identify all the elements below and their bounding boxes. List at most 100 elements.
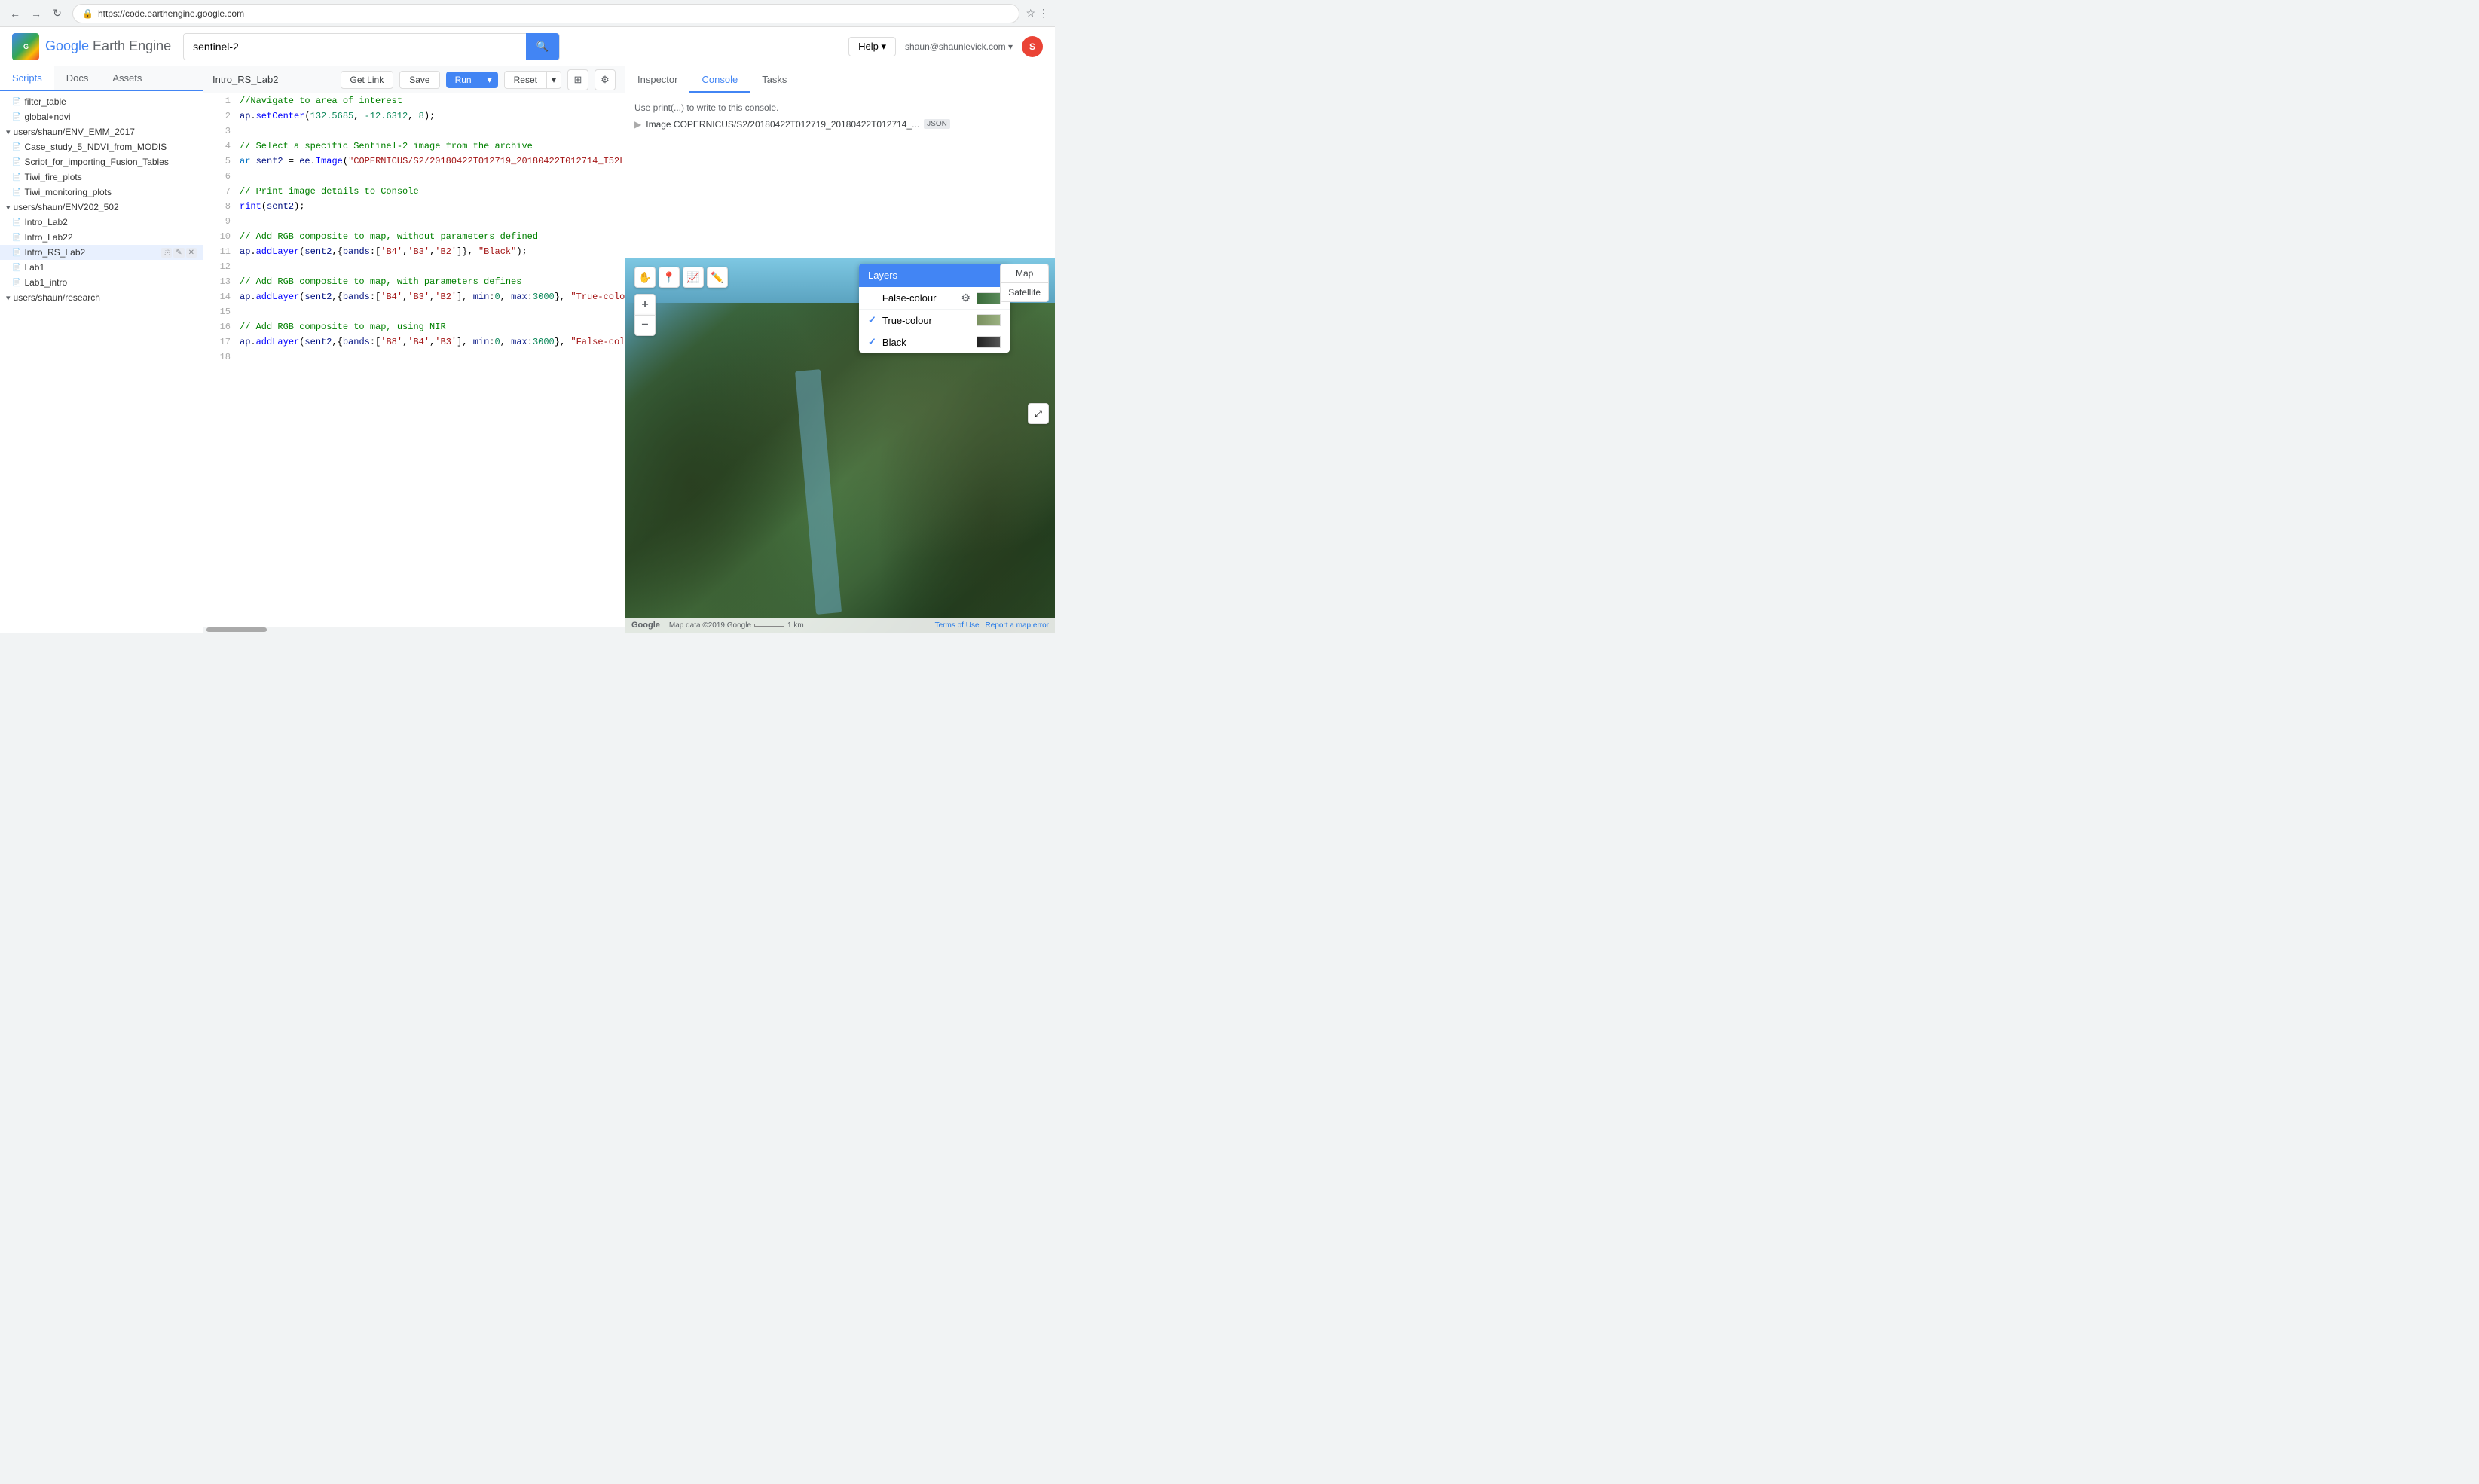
file-icon: 📄 xyxy=(12,98,21,106)
list-item[interactable]: 📄 Tiwi_fire_plots xyxy=(0,169,203,185)
code-editor[interactable]: 1 //Navigate to area of interest 2 ap.se… xyxy=(203,93,625,627)
reload-button[interactable]: ↻ xyxy=(48,5,66,23)
draw-tool-button[interactable]: ✏️ xyxy=(707,267,728,288)
zoom-out-button[interactable]: − xyxy=(634,315,656,336)
console-content: Use print(...) to write to this console.… xyxy=(625,93,1055,258)
file-action-edit[interactable]: ✎ xyxy=(173,248,184,258)
layer-checkbox-black[interactable]: ✓ xyxy=(868,336,876,348)
layer-item: ✓ False-colour ⚙ xyxy=(859,287,1010,310)
file-icon: 📄 xyxy=(12,143,21,151)
active-file-item[interactable]: 📄 Intro_RS_Lab2 ⎘ ✎ ✕ xyxy=(0,245,203,260)
layer-checkbox-false-colour[interactable]: ✓ xyxy=(868,292,876,304)
file-icon: 📄 xyxy=(12,234,21,242)
sidebar-tab-docs[interactable]: Docs xyxy=(54,66,101,90)
tab-tasks[interactable]: Tasks xyxy=(750,68,799,93)
reset-button-group: Reset ▾ xyxy=(504,71,561,89)
address-bar[interactable]: 🔒 https://code.earthengine.google.com xyxy=(72,4,1019,23)
code-line: 7 // Print image details to Console xyxy=(203,184,625,199)
url-text: https://code.earthengine.google.com xyxy=(98,8,244,19)
sidebar-tab-assets[interactable]: Assets xyxy=(100,66,154,90)
code-line: 16 // Add RGB composite to map, using NI… xyxy=(203,319,625,334)
menu-icon[interactable]: ⋮ xyxy=(1038,7,1049,20)
list-item[interactable]: 📄 Case_study_5_NDVI_from_MODIS xyxy=(0,139,203,154)
map-type-map-button[interactable]: Map xyxy=(1000,264,1049,282)
list-item[interactable]: 📄 Lab1_intro xyxy=(0,275,203,290)
scrollbar-thumb[interactable] xyxy=(206,627,267,632)
sidebar-tab-scripts[interactable]: Scripts xyxy=(0,66,54,91)
layer-settings-icon[interactable]: ⚙ xyxy=(961,292,971,304)
settings-button[interactable]: ⚙ xyxy=(595,69,616,90)
json-badge[interactable]: JSON xyxy=(924,119,950,129)
save-button[interactable]: Save xyxy=(399,71,439,89)
console-entry: ▶ Image COPERNICUS/S2/20180422T012719_20… xyxy=(634,119,1046,130)
app-title: Google Earth Engine xyxy=(45,38,171,54)
help-button[interactable]: Help ▾ xyxy=(848,37,896,56)
list-item[interactable]: ▾ users/shaun/ENV_EMM_2017 xyxy=(0,124,203,139)
list-item[interactable]: ▾ users/shaun/ENV202_502 xyxy=(0,200,203,215)
zoom-in-button[interactable]: + xyxy=(634,294,656,315)
tab-inspector[interactable]: Inspector xyxy=(625,68,689,93)
file-action-copy[interactable]: ⎘ xyxy=(161,248,172,258)
list-item[interactable]: ▾ users/shaun/research xyxy=(0,290,203,305)
layer-name-false-colour: False-colour xyxy=(882,292,955,304)
search-button[interactable]: 🔍 xyxy=(526,33,560,60)
code-line: 13 // Add RGB composite to map, with par… xyxy=(203,274,625,289)
file-icon: 📄 xyxy=(12,264,21,272)
hand-tool-button[interactable]: ✋ xyxy=(634,267,656,288)
layer-item: ✓ True-colour xyxy=(859,310,1010,331)
layers-header: Layers xyxy=(859,264,1010,287)
terms-of-use-link[interactable]: Terms of Use xyxy=(935,621,980,630)
fullextent-button[interactable]: ⤢ xyxy=(1028,403,1049,424)
report-map-error-link[interactable]: Report a map error xyxy=(986,621,1049,630)
forward-button[interactable]: → xyxy=(27,5,45,23)
reset-button[interactable]: Reset xyxy=(504,71,547,89)
map-type-satellite-button[interactable]: Satellite xyxy=(1000,282,1049,302)
layer-checkbox-true-colour[interactable]: ✓ xyxy=(868,314,876,326)
folder-expand-icon: ▾ xyxy=(6,127,11,137)
list-item[interactable]: 📄 Intro_Lab22 xyxy=(0,230,203,245)
app-header: G Google Earth Engine 🔍 Help ▾ shaun@sha… xyxy=(0,27,1055,66)
list-item[interactable]: 📄 filter_table xyxy=(0,94,203,109)
reset-dropdown[interactable]: ▾ xyxy=(547,71,561,89)
list-item[interactable]: 📄 Intro_Lab2 xyxy=(0,215,203,230)
avatar[interactable]: S xyxy=(1022,36,1043,57)
map-type-buttons: Map Satellite xyxy=(1000,264,1049,302)
list-item[interactable]: 📄 global+ndvi xyxy=(0,109,203,124)
tab-console[interactable]: Console xyxy=(689,68,750,93)
star-icon[interactable]: ☆ xyxy=(1026,7,1035,20)
code-line: 4 // Select a specific Sentinel-2 image … xyxy=(203,139,625,154)
title-app: Earth Engine xyxy=(93,38,171,53)
expand-arrow-icon[interactable]: ▶ xyxy=(634,119,641,130)
map-bottom-bar: Google Map data ©2019 Google 1 km Terms … xyxy=(625,618,1055,633)
map-toolbar: ✋ 📍 📈 ✏️ xyxy=(634,267,728,288)
zoom-controls: + − xyxy=(634,294,728,336)
run-button[interactable]: Run xyxy=(446,72,481,88)
back-button[interactable]: ← xyxy=(6,5,24,23)
browser-bar: ← → ↻ 🔒 https://code.earthengine.google.… xyxy=(0,0,1055,27)
file-icon: 📄 xyxy=(12,218,21,227)
code-line: 8 rint(sent2); xyxy=(203,199,625,214)
code-line: 2 ap.setCenter(132.5685, -12.6312, 8); xyxy=(203,108,625,124)
river-area xyxy=(795,370,842,615)
file-action-delete[interactable]: ✕ xyxy=(186,248,197,258)
list-item[interactable]: 📄 Lab1 xyxy=(0,260,203,275)
marker-tool-button[interactable]: 📍 xyxy=(659,267,680,288)
run-dropdown[interactable]: ▾ xyxy=(481,72,498,88)
search-input[interactable] xyxy=(193,41,519,53)
help-label: Help ▾ xyxy=(858,41,886,53)
sidebar: Scripts Docs Assets 📄 filter_table 📄 glo… xyxy=(0,66,203,633)
list-item[interactable]: 📄 Tiwi_monitoring_plots xyxy=(0,185,203,200)
code-line: 18 xyxy=(203,350,625,365)
grid-button[interactable]: ⊞ xyxy=(567,69,588,90)
run-button-group: Run ▾ xyxy=(446,72,498,88)
nav-buttons: ← → ↻ xyxy=(6,5,66,23)
code-line: 9 xyxy=(203,214,625,229)
chart-tool-button[interactable]: 📈 xyxy=(683,267,704,288)
get-link-button[interactable]: Get Link xyxy=(341,71,394,89)
file-actions: ⎘ ✎ ✕ xyxy=(161,248,197,258)
user-email[interactable]: shaun@shaunlevick.com ▾ xyxy=(905,41,1013,52)
code-line: 12 xyxy=(203,259,625,274)
list-item[interactable]: 📄 Script_for_importing_Fusion_Tables xyxy=(0,154,203,169)
layers-panel: Layers ✓ False-colour ⚙ ✓ True-colour ✓ … xyxy=(859,264,1010,353)
horizontal-scrollbar[interactable] xyxy=(203,627,625,633)
